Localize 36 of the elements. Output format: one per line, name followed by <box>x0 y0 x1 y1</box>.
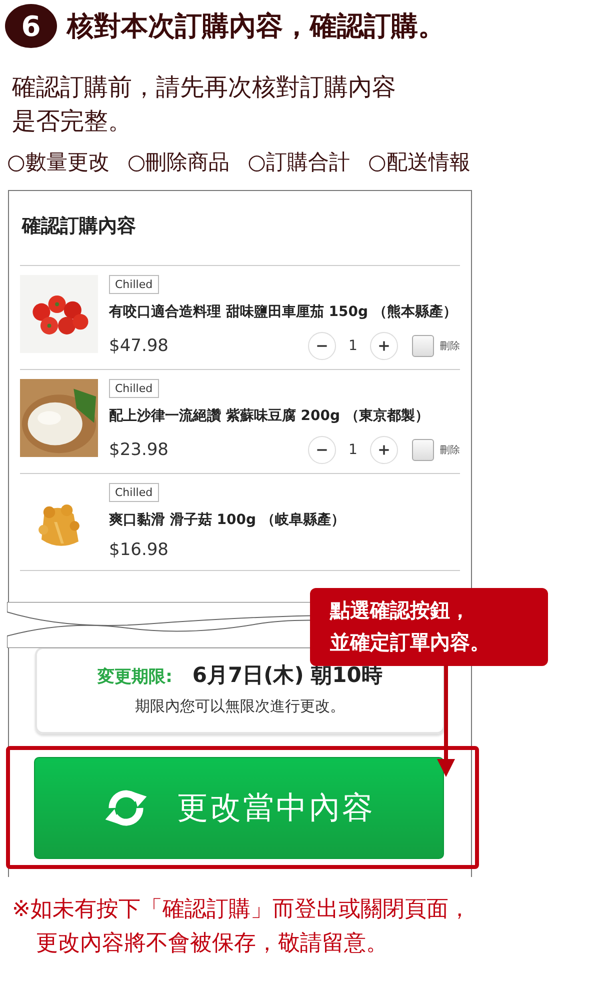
plus-button[interactable] <box>370 436 398 464</box>
deadline-value: 6月7日(木) 朝10時 <box>192 662 382 689</box>
instruction-text: 確認訂購前，請先再次核對訂購內容是否完整。 <box>12 72 397 137</box>
plus-icon <box>378 340 390 352</box>
tag-label: Chilled <box>109 379 159 398</box>
price-text: $47.98 <box>109 336 168 356</box>
deadline-label: 変更期限: <box>98 666 172 688</box>
checklist-item: ○配送情報 <box>368 149 470 176</box>
section-title: 確認訂購內容 <box>20 191 460 266</box>
callout-text: 點選確認按鈕， <box>330 597 471 624</box>
checklist-item: ○刪除商品 <box>127 149 230 176</box>
tag-label: Chilled <box>109 275 159 294</box>
checkbox[interactable] <box>412 439 434 461</box>
step-number: 6 <box>5 4 57 48</box>
product-name: 爽口黏滑 滑子菇 100g （岐阜縣產） <box>109 511 345 530</box>
price-text: $23.98 <box>109 440 168 460</box>
product-name: 配上沙律一流絕讚 紫蘇味豆腐 200g （東京都製） <box>109 406 429 426</box>
checklist-item: ○訂購合計 <box>248 149 350 176</box>
product-name: 有咬口適合造料理 甜味鹽田車厘茄 150g （熊本縣產） <box>109 302 457 322</box>
callout-text: 並確定訂單內容。 <box>330 629 491 656</box>
minus-button[interactable] <box>308 436 336 464</box>
step-title: 核對本次訂購內容，確認訂購。 <box>67 10 445 44</box>
deadline-note: 期限內您可以無限次進行更改。 <box>134 697 346 716</box>
quantity-value: 1 <box>348 338 358 354</box>
minus-button[interactable] <box>308 332 336 360</box>
checklist-item: ○數量更改 <box>7 149 110 176</box>
plus-button[interactable] <box>370 332 398 360</box>
tag-label: Chilled <box>109 483 159 502</box>
quantity-value: 1 <box>348 442 358 458</box>
price-text: $16.98 <box>109 540 168 560</box>
delete-label: 刪除 <box>440 340 460 353</box>
warning-note: ※如未有按下「確認訂購」而登出或關閉頁面，更改內容將不會被保存，敬請留意。 <box>12 896 472 958</box>
plus-icon <box>378 444 390 456</box>
change-order-button[interactable]: 更改當中內容 <box>34 757 444 859</box>
delete-label: 刪除 <box>440 444 460 457</box>
checkbox[interactable] <box>412 335 434 357</box>
